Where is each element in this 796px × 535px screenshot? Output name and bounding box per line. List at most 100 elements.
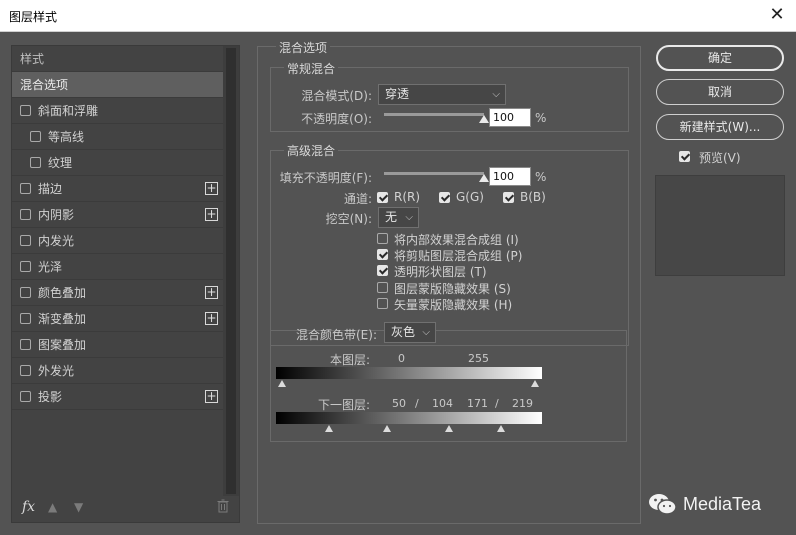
opacity-slider-track[interactable]: [384, 113, 484, 116]
advanced-option-checkbox[interactable]: [377, 249, 388, 260]
style-item-checkbox[interactable]: [20, 183, 31, 194]
style-item[interactable]: 等高线: [12, 124, 223, 150]
style-item[interactable]: 图案叠加: [12, 332, 223, 358]
style-item-checkbox[interactable]: [20, 313, 31, 324]
underlying-layer-gradient[interactable]: [276, 412, 542, 424]
style-item-checkbox[interactable]: [20, 105, 31, 116]
knockout-select[interactable]: 无 ⌵: [378, 207, 419, 228]
underlying-value-4: 219: [512, 397, 533, 410]
add-effect-icon[interactable]: +: [205, 312, 218, 325]
style-item-checkbox[interactable]: [20, 391, 31, 402]
style-item-checkbox[interactable]: [20, 365, 31, 376]
add-effect-icon[interactable]: +: [205, 390, 218, 403]
new-style-button[interactable]: 新建样式(W)...: [656, 114, 784, 140]
knockout-label: 挖空(N):: [325, 212, 372, 226]
style-item[interactable]: 颜色叠加 +: [12, 280, 223, 306]
underlying-marker-2[interactable]: [383, 425, 391, 432]
watermark-text: MediaTea: [683, 493, 762, 514]
scrollbar-thumb[interactable]: [226, 48, 236, 494]
style-item-label: 渐变叠加: [38, 312, 87, 326]
advanced-option-checkbox[interactable]: [377, 233, 388, 244]
opacity-slider-thumb[interactable]: [479, 115, 489, 123]
style-item-label: 内发光: [38, 234, 75, 248]
advanced-option-checkbox[interactable]: [377, 298, 388, 309]
style-item-checkbox[interactable]: [20, 287, 31, 298]
opacity-percent: %: [535, 111, 547, 125]
preview-checkbox[interactable]: [679, 151, 690, 162]
styles-list: 样式 混合选项 斜面和浮雕 等高线 纹理 描边 + 内阴影 + 内发光 光泽 颜色叠加 + 渐变叠加 + 图…: [12, 46, 223, 500]
preview-thumbnail: [655, 175, 785, 276]
style-item-label: 混合选项: [20, 78, 69, 92]
ok-button[interactable]: 确定: [656, 45, 784, 71]
underlying-marker-3[interactable]: [445, 425, 453, 432]
advanced-option-label: 将内部效果混合成组 (I): [394, 233, 519, 247]
this-layer-gradient[interactable]: [276, 367, 542, 379]
style-item-label: 外发光: [38, 364, 75, 378]
blend-if-label: 混合颜色带(E):: [296, 328, 377, 342]
style-item[interactable]: 描边 +: [12, 176, 223, 202]
add-effect-icon[interactable]: +: [205, 208, 218, 221]
style-item-label: 光泽: [38, 260, 63, 274]
scrollbar[interactable]: [223, 46, 239, 496]
general-blending-title: 常规混合: [284, 60, 339, 77]
style-item[interactable]: 内发光: [12, 228, 223, 254]
channel-r-checkbox[interactable]: [377, 192, 388, 203]
fill-opacity-input[interactable]: 100: [489, 167, 531, 186]
style-item[interactable]: 内阴影 +: [12, 202, 223, 228]
window-title: 图层样式: [9, 10, 58, 24]
styles-panel: 样式 混合选项 斜面和浮雕 等高线 纹理 描边 + 内阴影 + 内发光 光泽 颜色叠加 + 渐变叠加 + 图…: [11, 45, 240, 523]
channels-label: 通道:: [343, 192, 372, 206]
underlying-layer-label: 下一图层:: [317, 398, 370, 412]
fx-icon[interactable]: fx: [22, 499, 35, 515]
advanced-option-checkbox[interactable]: [377, 265, 388, 276]
knockout-value: 无: [385, 210, 398, 224]
style-item[interactable]: 渐变叠加 +: [12, 306, 223, 332]
blend-mode-value: 穿透: [385, 87, 410, 101]
move-down-icon[interactable]: ▼: [74, 500, 83, 514]
this-layer-label: 本图层:: [329, 353, 370, 367]
preview-label[interactable]: 预览(V): [699, 149, 741, 166]
close-icon[interactable]: ✕: [766, 4, 788, 26]
add-effect-icon[interactable]: +: [205, 182, 218, 195]
style-item-label: 纹理: [48, 156, 73, 170]
opacity-input[interactable]: 100: [489, 108, 531, 127]
style-item-checkbox[interactable]: [30, 131, 41, 142]
style-item[interactable]: 斜面和浮雕: [12, 98, 223, 124]
underlying-sep-1: /: [415, 397, 419, 410]
chevron-down-icon: ⌵: [405, 212, 413, 223]
style-item[interactable]: 外发光: [12, 358, 223, 384]
this-layer-white-marker[interactable]: [531, 380, 539, 387]
style-item-label: 颜色叠加: [38, 286, 87, 300]
style-item-label: 描边: [38, 182, 63, 196]
underlying-value-2: 104: [432, 397, 453, 410]
style-item[interactable]: 纹理: [12, 150, 223, 176]
move-up-icon[interactable]: ▲: [48, 500, 57, 514]
style-item-checkbox[interactable]: [20, 209, 31, 220]
fill-slider-thumb[interactable]: [479, 174, 489, 182]
this-layer-value-black: 0: [398, 352, 405, 365]
channel-b-checkbox[interactable]: [503, 192, 514, 203]
style-item[interactable]: 光泽: [12, 254, 223, 280]
style-item-checkbox[interactable]: [20, 261, 31, 272]
trash-icon[interactable]: [217, 499, 229, 513]
style-item-checkbox[interactable]: [30, 157, 41, 168]
underlying-value-3: 171: [467, 397, 488, 410]
this-layer-black-marker[interactable]: [278, 380, 286, 387]
style-item-checkbox[interactable]: [20, 339, 31, 350]
layer-style-dialog: 样式 混合选项 斜面和浮雕 等高线 纹理 描边 + 内阴影 + 内发光 光泽 颜色叠加 + 渐变叠加 + 图…: [0, 32, 796, 535]
blend-mode-select[interactable]: 穿透 ⌵: [378, 84, 506, 105]
underlying-marker-4[interactable]: [497, 425, 505, 432]
style-item-checkbox[interactable]: [20, 235, 31, 246]
blend-if-select[interactable]: 灰色 ⌵: [384, 322, 436, 343]
channel-g-checkbox[interactable]: [439, 192, 450, 203]
style-item-label: 投影: [38, 390, 63, 404]
cancel-button[interactable]: 取消: [656, 79, 784, 105]
style-item-label: 内阴影: [38, 208, 75, 222]
underlying-marker-1[interactable]: [325, 425, 333, 432]
advanced-option-checkbox[interactable]: [377, 282, 388, 293]
fill-slider-track[interactable]: [384, 172, 484, 175]
style-item[interactable]: 投影 +: [12, 384, 223, 410]
add-effect-icon[interactable]: +: [205, 286, 218, 299]
style-item[interactable]: 混合选项: [12, 72, 223, 98]
advanced-option-label: 透明形状图层 (T): [394, 265, 487, 279]
